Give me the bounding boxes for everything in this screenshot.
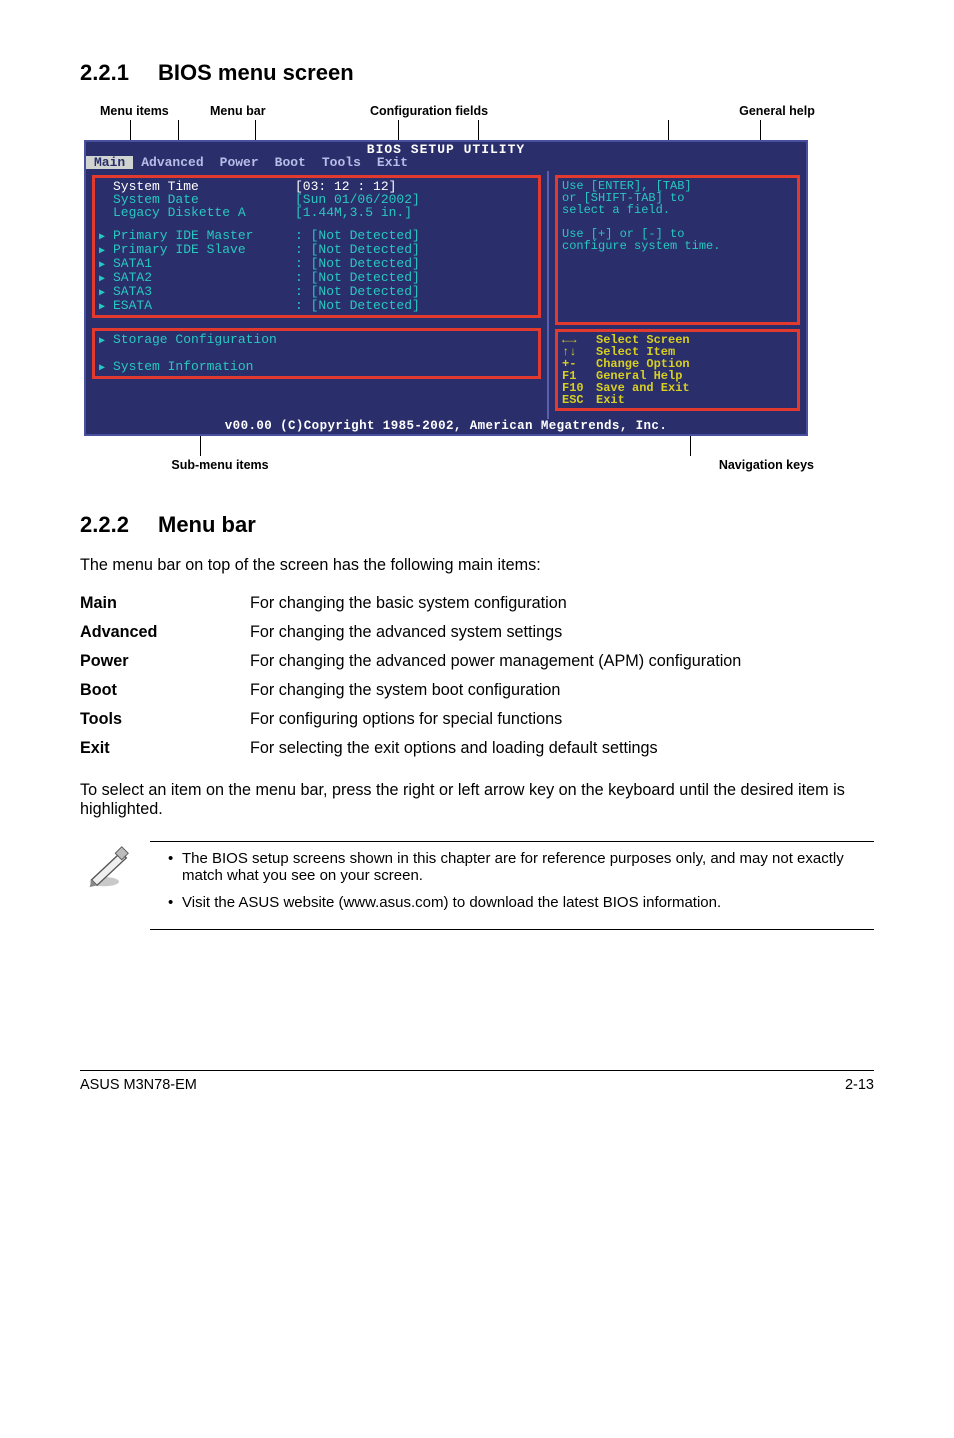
- def-desc: For changing the advanced power manageme…: [250, 647, 874, 676]
- bios-help-key: ESC: [562, 394, 596, 406]
- label-submenu-items: Sub-menu items: [80, 458, 300, 472]
- intro-paragraph: The menu bar on top of the screen has th…: [80, 556, 874, 575]
- bios-help-line: select a field.: [562, 204, 793, 216]
- bios-menu-power[interactable]: Power: [212, 156, 267, 169]
- note-block: The BIOS setup screens shown in this cha…: [80, 841, 874, 930]
- bios-help-line: configure system time.: [562, 240, 793, 252]
- def-term: Advanced: [80, 618, 250, 647]
- def-term: Main: [80, 589, 250, 618]
- def-term: Tools: [80, 705, 250, 734]
- bios-item-label[interactable]: Primary IDE Slave: [99, 243, 295, 257]
- bios-menu-boot[interactable]: Boot: [267, 156, 314, 169]
- bios-item-label[interactable]: Legacy Diskette A: [99, 206, 295, 219]
- callout-labels-bottom: Sub-menu items Navigation keys: [80, 458, 874, 472]
- bios-item-label[interactable]: ESATA: [99, 299, 295, 313]
- bios-item-label[interactable]: Primary IDE Master: [99, 229, 295, 243]
- section-heading-2: 2.2.2Menu bar: [80, 512, 874, 538]
- def-term: Power: [80, 647, 250, 676]
- bios-item-label[interactable]: SATA2: [99, 271, 295, 285]
- bios-screenshot: BIOS SETUP UTILITY Main Advanced Power B…: [84, 140, 808, 436]
- bios-item-label[interactable]: SATA1: [99, 257, 295, 271]
- label-general-help: General help: [620, 104, 874, 118]
- label-config-fields: Configuration fields: [340, 104, 620, 118]
- table-row: ToolsFor configuring options for special…: [80, 705, 874, 734]
- bios-item-value[interactable]: : [Not Detected]: [295, 257, 420, 271]
- bios-item-value[interactable]: : [Not Detected]: [295, 285, 420, 299]
- bios-help-pane: Use [ENTER], [TAB]or [SHIFT-TAB] toselec…: [549, 171, 806, 419]
- bios-footer: v00.00 (C)Copyright 1985-2002, American …: [86, 419, 806, 434]
- bios-help-top-box: Use [ENTER], [TAB]or [SHIFT-TAB] toselec…: [555, 175, 800, 325]
- table-row: BootFor changing the system boot configu…: [80, 676, 874, 705]
- bios-items-box: System Time[03: 12 : 12]System Date[Sun …: [92, 175, 541, 318]
- bios-item-value[interactable]: : [Not Detected]: [295, 299, 420, 313]
- bios-submenu-item[interactable]: System Information: [99, 360, 295, 374]
- section-number-2: 2.2.2: [80, 512, 158, 538]
- def-term: Exit: [80, 734, 250, 763]
- bios-submenu-item[interactable]: Storage Configuration: [99, 333, 295, 347]
- callout-labels-top: Menu items Menu bar Configuration fields…: [80, 104, 874, 118]
- bios-help-action: Exit: [596, 393, 625, 407]
- bios-item-label[interactable]: SATA3: [99, 285, 295, 299]
- table-row: PowerFor changing the advanced power man…: [80, 647, 874, 676]
- def-term: Boot: [80, 676, 250, 705]
- connector-lines-bottom: [80, 436, 874, 456]
- footer-right: 2-13: [845, 1077, 874, 1093]
- bios-submenu-box: Storage Configuration System Information: [92, 328, 541, 379]
- bios-help-bottom-box: ←→Select Screen↑↓Select Item+-Change Opt…: [555, 329, 800, 411]
- label-menu-items: Menu items: [80, 104, 210, 118]
- table-row: ExitFor selecting the exit options and l…: [80, 734, 874, 763]
- connector-lines-top: [80, 120, 874, 140]
- table-row: AdvancedFor changing the advanced system…: [80, 618, 874, 647]
- page-footer: ASUS M3N78-EM 2-13: [80, 1070, 874, 1093]
- note-item: The BIOS setup screens shown in this cha…: [168, 850, 874, 884]
- footer-left: ASUS M3N78-EM: [80, 1077, 197, 1093]
- def-desc: For changing the system boot configurati…: [250, 676, 874, 705]
- bios-item-value[interactable]: : [Not Detected]: [295, 229, 420, 243]
- bios-menu-tools[interactable]: Tools: [314, 156, 369, 169]
- section-title-2: Menu bar: [158, 512, 256, 537]
- definitions-table: MainFor changing the basic system config…: [80, 589, 874, 763]
- label-menu-bar: Menu bar: [210, 104, 340, 118]
- pencil-note-icon: [86, 845, 130, 889]
- select-paragraph: To select an item on the menu bar, press…: [80, 781, 874, 819]
- section-number-1: 2.2.1: [80, 60, 158, 86]
- table-row: MainFor changing the basic system config…: [80, 589, 874, 618]
- note-item: Visit the ASUS website (www.asus.com) to…: [168, 894, 874, 911]
- label-navigation-keys: Navigation keys: [300, 458, 874, 472]
- note-body: The BIOS setup screens shown in this cha…: [150, 841, 874, 930]
- def-desc: For configuring options for special func…: [250, 705, 874, 734]
- bios-menu-bar: Main Advanced Power Boot Tools Exit: [86, 156, 806, 171]
- bios-item-value[interactable]: : [Not Detected]: [295, 271, 420, 285]
- def-desc: For changing the advanced system setting…: [250, 618, 874, 647]
- def-desc: For selecting the exit options and loadi…: [250, 734, 874, 763]
- bios-left-pane: System Time[03: 12 : 12]System Date[Sun …: [86, 171, 549, 419]
- section-title-1: BIOS menu screen: [158, 60, 354, 85]
- bios-menu-exit[interactable]: Exit: [369, 156, 416, 169]
- def-desc: For changing the basic system configurat…: [250, 589, 874, 618]
- bios-menu-advanced[interactable]: Advanced: [133, 156, 211, 169]
- bios-item-value[interactable]: : [Not Detected]: [295, 243, 420, 257]
- bios-menu-main[interactable]: Main: [86, 156, 133, 169]
- bios-title: BIOS SETUP UTILITY: [86, 142, 806, 156]
- section-heading-1: 2.2.1BIOS menu screen: [80, 60, 874, 86]
- bios-item-value[interactable]: [1.44M,3.5 in.]: [295, 206, 412, 219]
